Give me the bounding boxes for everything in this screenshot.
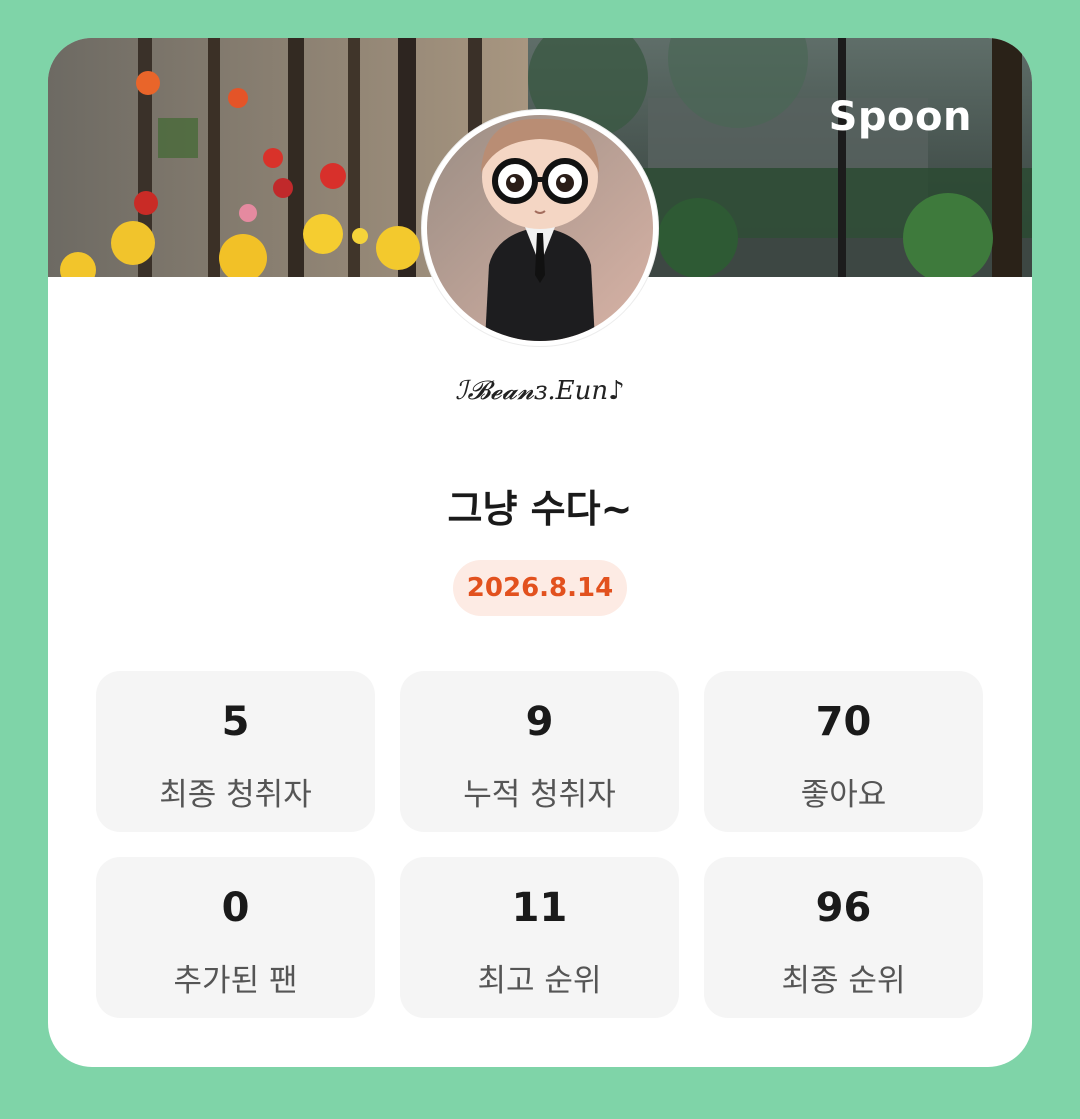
- stat-tile-final-listeners: 5 최종 청취자: [96, 671, 375, 832]
- stat-tile-likes: 70 좋아요: [704, 671, 983, 832]
- stats-grid: 5 최종 청취자 9 누적 청취자 70 좋아요 0 추가된 팬 11 최고 순…: [96, 671, 984, 1018]
- stat-tile-total-listeners: 9 누적 청취자: [400, 671, 679, 832]
- stat-value: 96: [815, 885, 872, 931]
- stat-tile-best-rank: 11 최고 순위: [400, 857, 679, 1018]
- stat-tile-final-rank: 96 최종 순위: [704, 857, 983, 1018]
- stat-value: 11: [511, 885, 568, 931]
- stat-label: 최고 순위: [477, 963, 602, 999]
- stat-label: 최종 순위: [781, 963, 906, 999]
- avatar: [422, 110, 658, 346]
- stat-value: 70: [815, 699, 872, 745]
- stat-value: 5: [221, 699, 250, 745]
- stat-label: 누적 청취자: [463, 777, 616, 813]
- stat-value: 9: [525, 699, 554, 745]
- stat-label: 좋아요: [800, 777, 887, 813]
- stat-tile-new-fans: 0 추가된 팬: [96, 857, 375, 1018]
- summary-card: Spoon ℐ𝓑𝓮𝓪𝓷ɜ.Eun♪ 그냥 수다~ 2026.8.14 5 최종 …: [48, 38, 1032, 1067]
- date-badge: 2026.8.14: [453, 560, 627, 616]
- stat-value: 0: [221, 885, 250, 931]
- broadcast-title: 그냥 수다~: [447, 487, 633, 531]
- brand-logo: Spoon: [828, 94, 972, 140]
- username: ℐ𝓑𝓮𝓪𝓷ɜ.Eun♪: [455, 376, 625, 406]
- stat-label: 추가된 팬: [173, 963, 298, 999]
- stat-label: 최종 청취자: [159, 777, 312, 813]
